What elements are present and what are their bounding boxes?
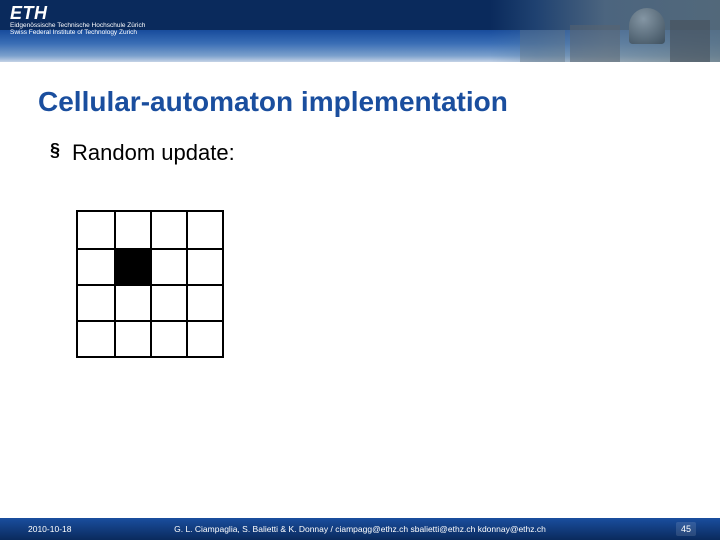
- building-shape: [670, 20, 710, 62]
- grid-cell: [78, 250, 114, 284]
- grid-cell-filled: [114, 250, 150, 284]
- grid-cell: [186, 250, 222, 284]
- grid-cell: [186, 286, 222, 320]
- building-shape: [570, 25, 620, 62]
- eth-subtitle-line1: Eidgenössische Technische Hochschule Zür…: [10, 22, 145, 29]
- eth-subtitle: Eidgenössische Technische Hochschule Zür…: [10, 22, 145, 36]
- grid-cell: [186, 212, 222, 248]
- grid-cell: [114, 322, 150, 356]
- slide: ETH Eidgenössische Technische Hochschule…: [0, 0, 720, 540]
- dome-shape: [629, 8, 665, 44]
- grid-cell: [150, 212, 186, 248]
- bullet-item: § Random update:: [50, 140, 235, 166]
- grid-cell: [150, 250, 186, 284]
- grid-row: [78, 320, 222, 356]
- automaton-grid: [76, 210, 224, 358]
- bullet-text: Random update:: [72, 140, 235, 166]
- grid-row: [78, 284, 222, 320]
- slide-title: Cellular-automaton implementation: [38, 86, 508, 118]
- header-photo: [490, 0, 720, 62]
- footer-page-number: 45: [676, 522, 696, 536]
- bullet-marker: §: [50, 140, 60, 162]
- grid-cell: [114, 286, 150, 320]
- grid-cell: [78, 212, 114, 248]
- header-banner: ETH Eidgenössische Technische Hochschule…: [0, 0, 720, 62]
- eth-subtitle-line2: Swiss Federal Institute of Technology Zu…: [10, 29, 145, 36]
- grid-cell: [78, 286, 114, 320]
- grid-cell: [150, 286, 186, 320]
- grid-cell: [114, 212, 150, 248]
- grid-row: [78, 212, 222, 248]
- footer-credits: G. L. Ciampaglia, S. Balietti & K. Donna…: [0, 524, 720, 534]
- grid-cell: [78, 322, 114, 356]
- eth-logo: ETH: [10, 3, 48, 24]
- grid-cell: [150, 322, 186, 356]
- grid-cell: [186, 322, 222, 356]
- footer-bar: 2010-10-18 G. L. Ciampaglia, S. Balietti…: [0, 518, 720, 540]
- grid-row: [78, 248, 222, 284]
- building-shape: [520, 30, 565, 62]
